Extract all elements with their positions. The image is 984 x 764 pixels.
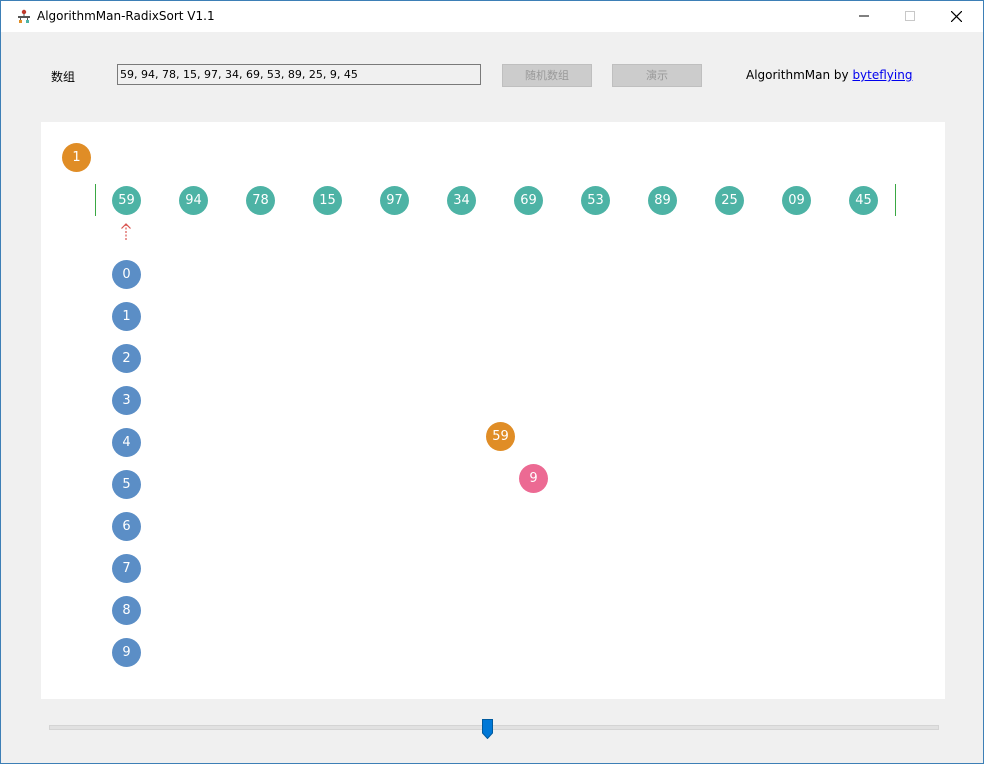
app-window: AlgorithmMan-RadixSort V1.1 数组 随机数组 演示 A…: [0, 0, 984, 764]
close-button[interactable]: [933, 1, 979, 32]
visualization-canvas: 1 59 94 78 15 97 34 69 53 89 25 09 45 0 …: [41, 122, 945, 699]
array-item: 89: [648, 186, 677, 215]
credit-prefix: AlgorithmMan by: [746, 68, 853, 82]
bucket-label: 3: [112, 386, 141, 415]
up-arrow-icon: [121, 223, 131, 241]
array-input[interactable]: [117, 64, 481, 85]
array-right-boundary: [895, 184, 896, 216]
close-icon: [951, 11, 962, 22]
bucket-label: 2: [112, 344, 141, 373]
app-logo-icon: [18, 9, 30, 23]
array-item: 45: [849, 186, 878, 215]
bucket-label: 0: [112, 260, 141, 289]
credit-text: AlgorithmMan by byteflying: [746, 68, 912, 82]
bucket-label: 7: [112, 554, 141, 583]
array-item: 53: [581, 186, 610, 215]
minimize-button[interactable]: [841, 1, 887, 32]
random-array-button[interactable]: 随机数组: [502, 64, 592, 87]
array-item: 25: [715, 186, 744, 215]
demo-button[interactable]: 演示: [612, 64, 702, 87]
array-item: 09: [782, 186, 811, 215]
array-item: 69: [514, 186, 543, 215]
array-item: 59: [112, 186, 141, 215]
current-digit: 9: [519, 464, 548, 493]
title-bar[interactable]: AlgorithmMan-RadixSort V1.1: [1, 1, 983, 32]
bucket-label: 6: [112, 512, 141, 541]
bucket-label: 8: [112, 596, 141, 625]
array-item: 15: [313, 186, 342, 215]
array-item: 97: [380, 186, 409, 215]
bucket-label: 5: [112, 470, 141, 499]
bucket-label: 4: [112, 428, 141, 457]
maximize-button[interactable]: [887, 1, 933, 32]
window-title: AlgorithmMan-RadixSort V1.1: [37, 9, 215, 23]
array-item: 78: [246, 186, 275, 215]
array-item: 94: [179, 186, 208, 215]
bucket-label: 1: [112, 302, 141, 331]
maximize-icon: [905, 11, 915, 21]
pass-digit-badge: 1: [62, 143, 91, 172]
bucket-label: 9: [112, 638, 141, 667]
minimize-icon: [859, 15, 869, 17]
speed-slider-thumb[interactable]: [482, 719, 493, 739]
array-left-boundary: [95, 184, 96, 216]
speed-slider-track[interactable]: [49, 725, 939, 730]
byteflying-link[interactable]: byteflying: [852, 68, 912, 82]
array-label: 数组: [51, 70, 76, 84]
moving-value: 59: [486, 422, 515, 451]
array-item: 34: [447, 186, 476, 215]
